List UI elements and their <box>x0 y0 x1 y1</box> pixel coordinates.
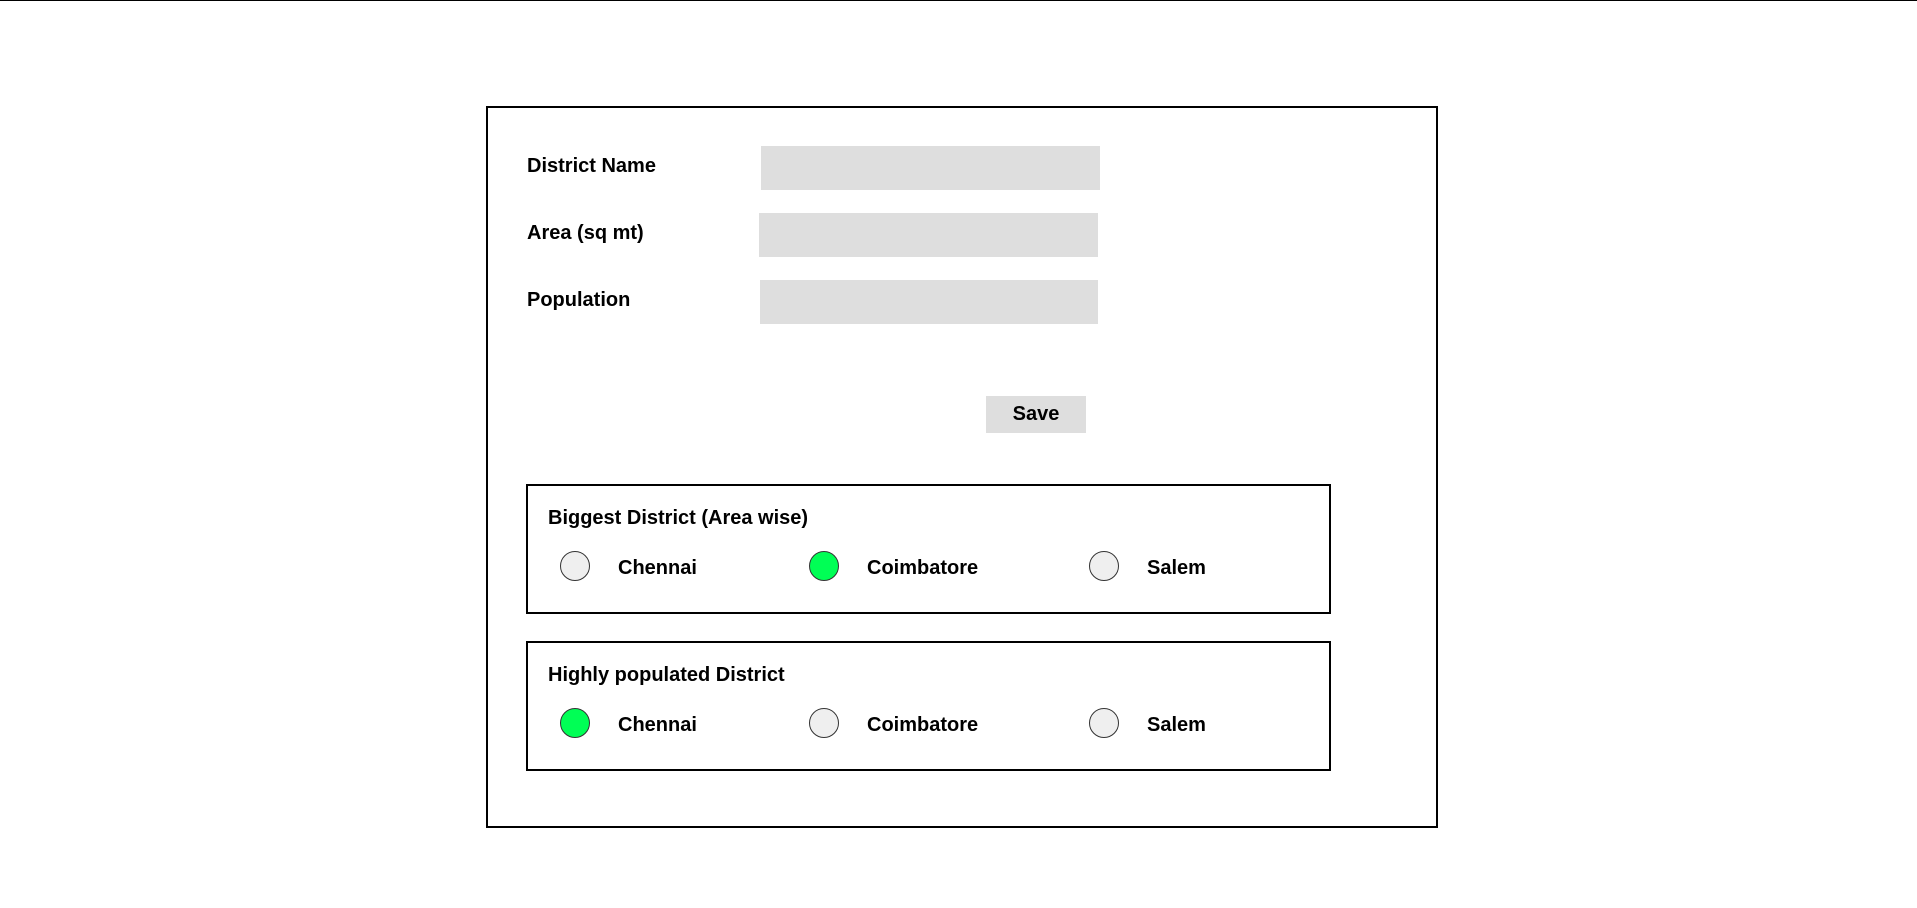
district-form-card: District Name Area (sq mt) Population Sa… <box>486 106 1438 828</box>
radio-button[interactable] <box>1089 551 1119 581</box>
biggest-district-title: Biggest District (Area wise) <box>548 507 809 529</box>
biggest-district-group: Biggest District (Area wise) Chennai Coi… <box>526 484 1331 614</box>
radio-button[interactable] <box>1089 708 1119 738</box>
population-label: Population <box>527 289 631 311</box>
area-label: Area (sq mt) <box>527 222 644 244</box>
radio-label: Coimbatore <box>867 557 979 579</box>
radio-button[interactable] <box>809 708 839 738</box>
radio-label: Salem <box>1147 714 1206 736</box>
top-divider <box>0 0 1917 1</box>
radio-label: Salem <box>1147 557 1206 579</box>
populated-district-title: Highly populated District <box>548 664 785 686</box>
radio-button[interactable] <box>560 708 590 738</box>
population-input[interactable] <box>760 280 1098 324</box>
populated-district-group: Highly populated District Chennai Coimba… <box>526 641 1331 771</box>
radio-button[interactable] <box>809 551 839 581</box>
radio-label: Chennai <box>618 714 697 736</box>
radio-button[interactable] <box>560 551 590 581</box>
area-input[interactable] <box>759 213 1098 257</box>
save-button[interactable]: Save <box>986 396 1086 433</box>
district-name-label: District Name <box>527 155 656 177</box>
district-name-input[interactable] <box>761 146 1100 190</box>
radio-label: Coimbatore <box>867 714 979 736</box>
radio-label: Chennai <box>618 557 697 579</box>
